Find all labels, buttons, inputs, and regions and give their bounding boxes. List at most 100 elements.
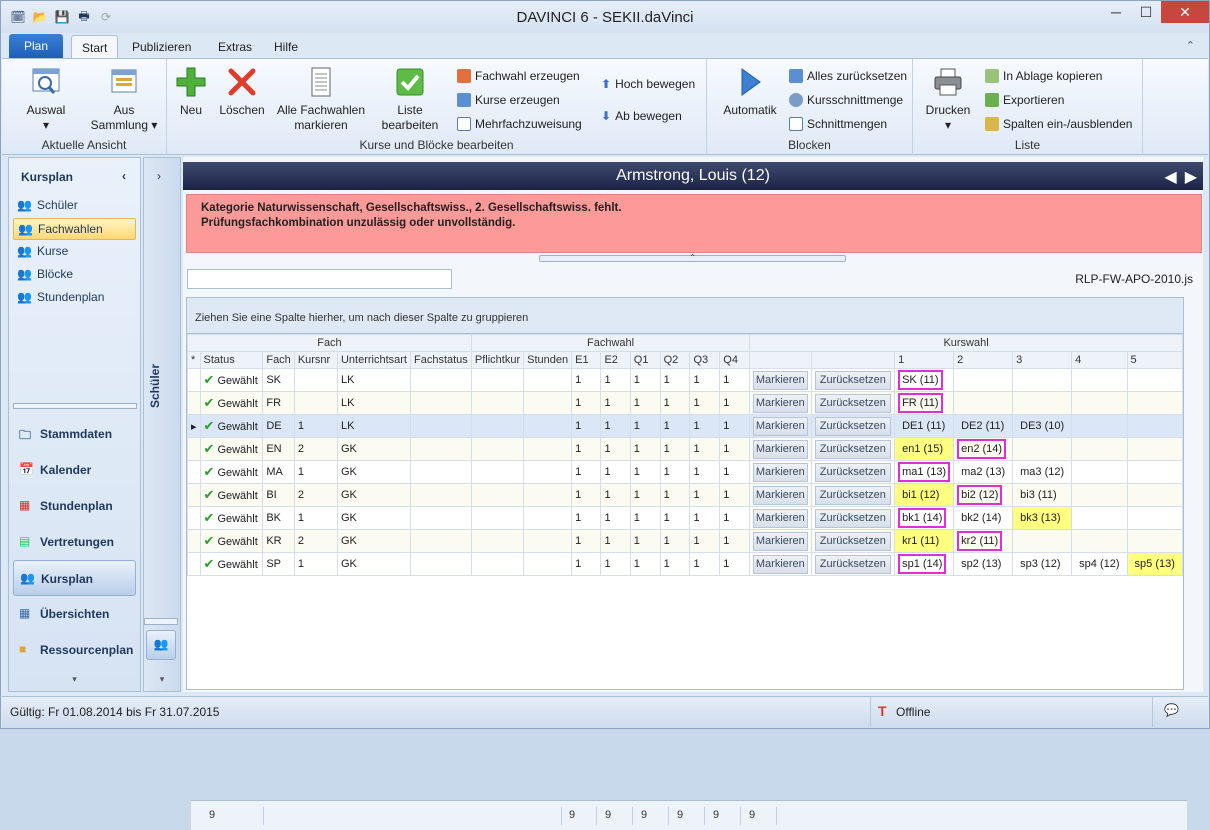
- course-chip[interactable]: bi2 (12): [957, 485, 1003, 505]
- group-by-panel[interactable]: Ziehen Sie eine Spalte hierher, um nach …: [187, 298, 1183, 334]
- course-chip[interactable]: DE2 (11): [957, 416, 1008, 436]
- mark-button[interactable]: Markieren: [753, 508, 808, 528]
- column-header-status[interactable]: Status: [199, 351, 264, 369]
- tab-start[interactable]: Start: [71, 35, 119, 59]
- kurswahl-cell[interactable]: [1071, 414, 1128, 438]
- column-header-fachstatus[interactable]: Fachstatus: [410, 351, 472, 369]
- mark-button[interactable]: Markieren: [753, 485, 808, 505]
- kurswahl-cell[interactable]: FR (11): [894, 391, 955, 415]
- kurswahl-cell[interactable]: DE3 (10): [1012, 414, 1073, 438]
- kurswahl-cell[interactable]: [1012, 391, 1073, 415]
- reset-button[interactable]: Zurücksetzen: [814, 393, 892, 413]
- column-header-kursnr[interactable]: Kursnr: [293, 351, 338, 369]
- kurswahl-cell[interactable]: sp1 (14): [894, 552, 955, 576]
- table-row[interactable]: ✔ Gewählt KR 2 GK 1 1 1 1 1 1 Markieren Zurücksetzen…: [187, 529, 1184, 553]
- kurswahl-cell[interactable]: [1126, 506, 1184, 530]
- search-input[interactable]: [187, 269, 452, 289]
- table-row[interactable]: ✔ Gewählt EN 2 GK 1 1 1 1 1 1 Markieren Zurücksetzen…: [187, 437, 1184, 461]
- kurswahl-cell[interactable]: SK (11): [894, 368, 955, 392]
- column-header-q4[interactable]: Q4: [719, 351, 751, 369]
- module-stundenplan[interactable]: ▦ Stundenplan: [13, 488, 136, 524]
- kurswahl-cell[interactable]: [1126, 529, 1184, 553]
- kurswahl-cell[interactable]: [1126, 368, 1184, 392]
- module-kalender[interactable]: 📅 Kalender: [13, 452, 136, 488]
- course-intersection-button[interactable]: Kursschnittmenge: [789, 91, 903, 109]
- move-up-button[interactable]: ⬆ Hoch bewegen: [601, 75, 695, 93]
- kurswahl-cell[interactable]: bk2 (14): [953, 506, 1014, 530]
- kurswahl-cell[interactable]: [1126, 414, 1184, 438]
- intersections-button[interactable]: Schnittmengen: [789, 115, 887, 133]
- pane-splitter[interactable]: [13, 403, 137, 409]
- kurswahl-cell[interactable]: sp2 (13): [953, 552, 1014, 576]
- table-row[interactable]: ✔ Gewählt SP 1 GK 1 1 1 1 1 1 Markieren Zurücksetzen…: [187, 552, 1184, 576]
- column-header-unterrichtsart[interactable]: Unterrichtsart: [336, 351, 412, 369]
- collapse-up-icon[interactable]: ⌃: [689, 253, 696, 262]
- kurswahl-cell[interactable]: bi1 (12): [894, 483, 955, 507]
- kurswahl-cell[interactable]: bk3 (13): [1012, 506, 1073, 530]
- kurswahl-cell[interactable]: [1126, 391, 1184, 415]
- copy-clipboard-button[interactable]: In Ablage kopieren: [985, 67, 1102, 85]
- next-student-icon[interactable]: ▶: [1185, 167, 1197, 187]
- kurswahl-cell[interactable]: DE1 (11): [894, 414, 955, 438]
- column-header-fach[interactable]: Fach: [262, 351, 295, 369]
- table-row[interactable]: ✔ Gewählt SK LK 1 1 1 1 1 1 Markieren Zurücksetzen S…: [187, 368, 1184, 392]
- table-row[interactable]: ✔ Gewählt BK 1 GK 1 1 1 1 1 1 Markieren Zurücksetzen…: [187, 506, 1184, 530]
- column-header-k2[interactable]: 2: [953, 351, 1014, 369]
- column-header-q2[interactable]: Q2: [659, 351, 691, 369]
- print-button[interactable]: Drucken ▾: [923, 65, 973, 133]
- tab-plan[interactable]: Plan: [9, 34, 63, 58]
- course-chip[interactable]: DE3 (10): [1016, 416, 1068, 436]
- kurswahl-cell[interactable]: [1126, 460, 1184, 484]
- expand-right-icon[interactable]: ›: [157, 169, 161, 183]
- kurswahl-cell[interactable]: [1126, 437, 1184, 461]
- kurswahl-cell[interactable]: [1012, 529, 1073, 553]
- kurswahl-cell[interactable]: [1012, 437, 1073, 461]
- course-chip[interactable]: bi3 (11): [1016, 485, 1060, 505]
- kurswahl-cell[interactable]: bk1 (14): [894, 506, 955, 530]
- kurswahl-cell[interactable]: [953, 368, 1014, 392]
- tab-extras[interactable]: Extras: [208, 35, 262, 59]
- module-uebersichten[interactable]: ▦ Übersichten: [13, 596, 136, 632]
- column-header-k5[interactable]: 5: [1126, 351, 1184, 369]
- minimize-button[interactable]: ─: [1101, 1, 1131, 23]
- more-modules-icon[interactable]: ▾: [9, 674, 140, 685]
- kurswahl-cell[interactable]: sp4 (12): [1071, 552, 1128, 576]
- course-chip[interactable]: ma3 (12): [1016, 462, 1068, 482]
- course-chip[interactable]: sp2 (13): [957, 554, 1005, 574]
- course-chip[interactable]: bi1 (12): [898, 485, 944, 505]
- collapse-left-icon[interactable]: ‹: [122, 169, 126, 183]
- reset-button[interactable]: Zurücksetzen: [814, 531, 892, 551]
- maximize-button[interactable]: ☐: [1131, 1, 1161, 23]
- sidebar-item-stundenplan[interactable]: 👥 Stundenplan: [13, 287, 136, 309]
- table-row[interactable]: ✔ Gewählt MA 1 GK 1 1 1 1 1 1 Markieren Zurücksetzen…: [187, 460, 1184, 484]
- reset-button[interactable]: Zurücksetzen: [814, 485, 892, 505]
- kurswahl-cell[interactable]: en2 (14): [953, 437, 1014, 461]
- course-chip[interactable]: en1 (15): [898, 439, 948, 459]
- kurswahl-cell[interactable]: kr1 (11): [894, 529, 955, 553]
- mark-button[interactable]: Markieren: [753, 439, 808, 459]
- column-header-pflichtkurs[interactable]: Pflichtkur: [470, 351, 525, 369]
- tab-publish[interactable]: Publizieren: [122, 35, 201, 59]
- kurswahl-cell[interactable]: [1071, 483, 1128, 507]
- more-shortcuts-icon[interactable]: ▾: [144, 674, 180, 685]
- messages-icon[interactable]: 💬: [1164, 703, 1179, 717]
- mark-button[interactable]: Markieren: [753, 416, 808, 436]
- column-header-q1[interactable]: Q1: [629, 351, 661, 369]
- sidebar-item-kurse[interactable]: 👥 Kurse: [13, 241, 136, 263]
- course-chip[interactable]: bk1 (14): [898, 508, 947, 528]
- table-row[interactable]: ✔ Gewählt BI 2 GK 1 1 1 1 1 1 Markieren Zurücksetzen…: [187, 483, 1184, 507]
- kurswahl-cell[interactable]: bi3 (11): [1012, 483, 1073, 507]
- column-header-k3[interactable]: 3: [1012, 351, 1073, 369]
- mark-button[interactable]: Markieren: [753, 531, 808, 551]
- module-ressourcenplan[interactable]: ■ Ressourcenplan: [13, 632, 136, 668]
- mark-button[interactable]: Markieren: [753, 393, 808, 413]
- column-header-e1[interactable]: E1: [571, 351, 602, 369]
- table-row[interactable]: ▸ ✔ Gewählt DE 1 LK 1 1 1 1 1 1 Markieren Zurücksetze…: [187, 414, 1184, 438]
- move-down-button[interactable]: ⬇ Ab bewegen: [601, 107, 682, 125]
- reset-button[interactable]: Zurücksetzen: [814, 462, 892, 482]
- previous-student-icon[interactable]: ◀: [1164, 167, 1176, 187]
- kurswahl-cell[interactable]: [1071, 391, 1128, 415]
- kurswahl-cell[interactable]: ma3 (12): [1012, 460, 1073, 484]
- column-header-stunden[interactable]: Stunden: [523, 351, 573, 369]
- course-chip[interactable]: ma1 (13): [898, 462, 951, 482]
